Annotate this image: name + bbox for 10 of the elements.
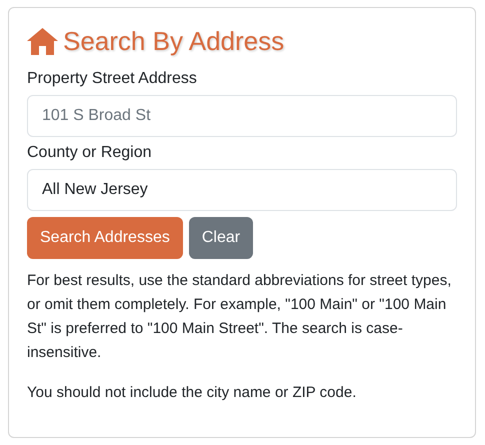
home-icon xyxy=(27,28,58,54)
field-label: Property Street Address xyxy=(27,69,197,89)
help-text: You should not include the city name or ZIP code. xyxy=(27,383,358,403)
clear-button[interactable]: Clear xyxy=(188,217,254,259)
card-title: Search By Address xyxy=(63,25,284,57)
field-label: County or Region xyxy=(27,143,152,163)
search-button[interactable]: Search Addresses xyxy=(27,217,183,259)
input-field[interactable]: 101 S Broad St xyxy=(27,95,457,137)
input-field[interactable]: All New Jersey xyxy=(27,169,457,211)
help-text: For best results, use the standard abbreviations for street types, or omit them completely. For example, "100 Main" or "100 Main St" is preferred to "100 Main Street". The search is case-insensitive. xyxy=(27,271,452,363)
